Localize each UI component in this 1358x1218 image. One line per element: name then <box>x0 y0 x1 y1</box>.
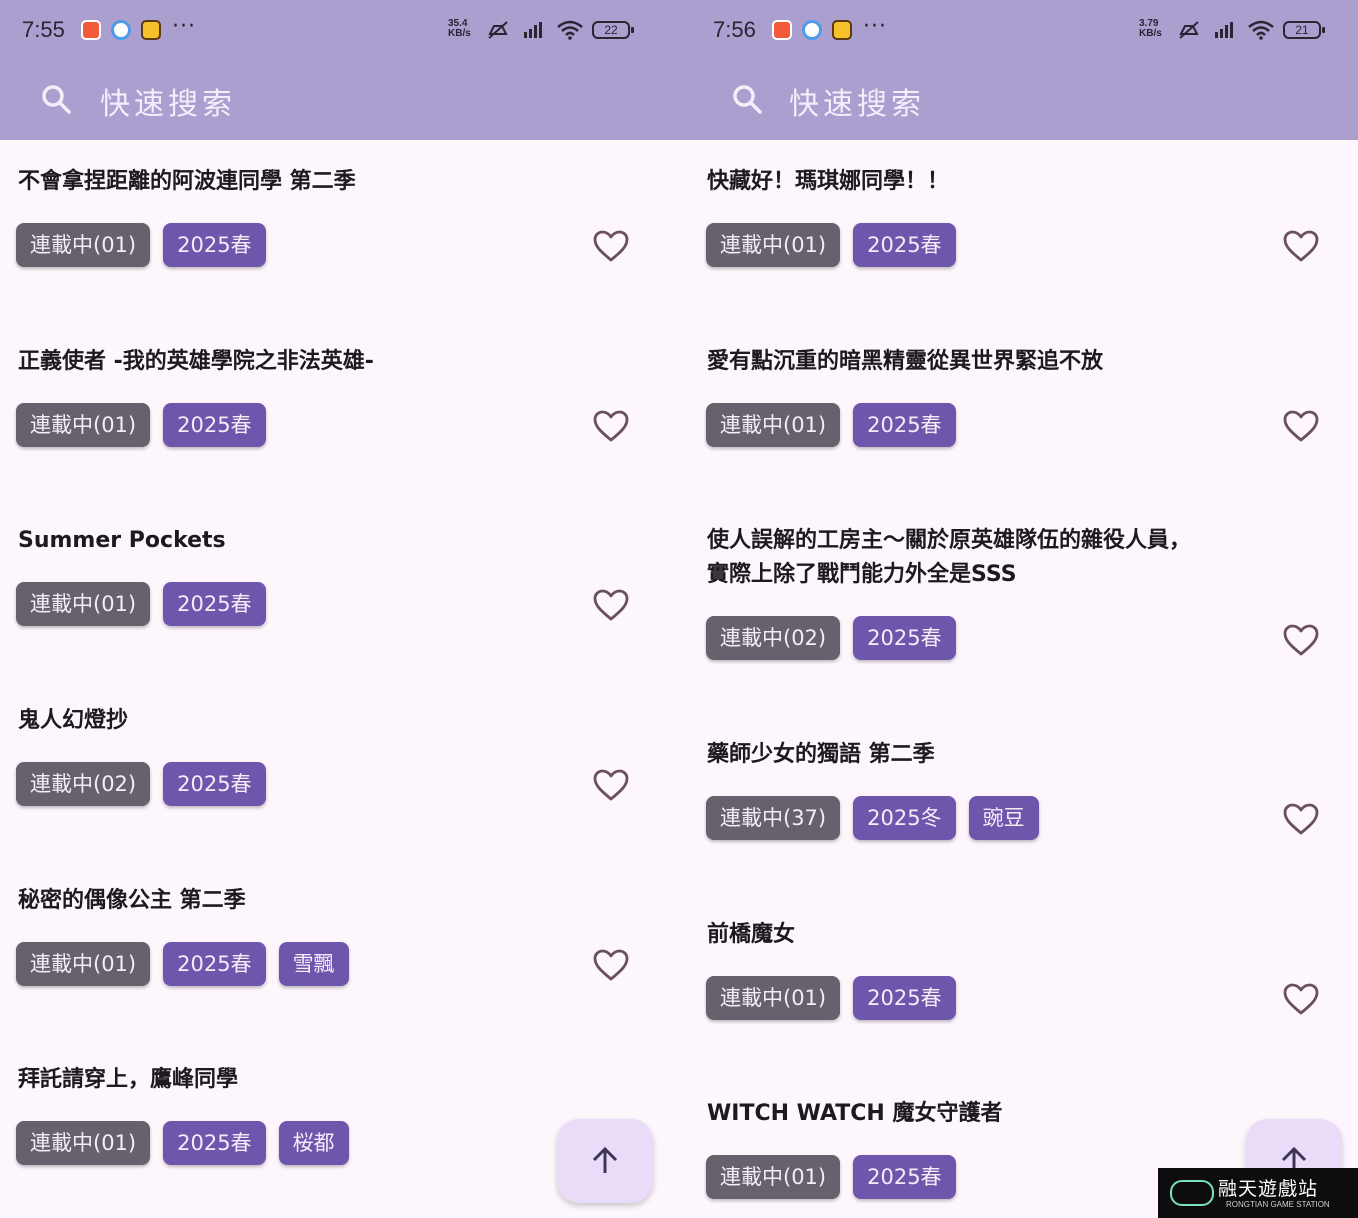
battery-indicator: 22 <box>592 21 634 39</box>
app-notification-icon <box>772 20 792 40</box>
search-icon[interactable] <box>40 83 72 115</box>
season-tag: 2025春 <box>853 976 956 1020</box>
network-speed: 35.4 KB/s <box>448 18 471 39</box>
anime-title: Summer Pockets <box>18 528 226 553</box>
tag-group: 連載中(01) 2025春 <box>16 582 266 626</box>
season-tag: 2025春 <box>163 223 266 267</box>
anime-title: 前橋魔女 <box>707 922 796 947</box>
tag-group: 連載中(01) 2025春 <box>706 976 956 1020</box>
tag-group: 連載中(02) 2025春 <box>706 616 956 660</box>
network-speed: 3.79 KB/s <box>1139 18 1162 39</box>
anime-title: WITCH WATCH 魔女守護者 <box>707 1101 1003 1126</box>
tag-group: 連載中(01) 2025春 雪飄 <box>16 942 349 986</box>
phone-screen-left: 7:55 ··· 35.4 KB/s 22 快速搜索 不會拿捏距離的阿波連同學 第… <box>0 0 679 1218</box>
search-input[interactable]: 快速搜索 <box>789 79 925 123</box>
season-tag: 2025春 <box>163 1121 266 1165</box>
wifi-icon <box>1248 20 1274 40</box>
season-tag: 2025春 <box>853 403 956 447</box>
tag-group: 連載中(01) 2025春 桜都 <box>16 1121 349 1165</box>
game-notification-icon <box>141 20 161 40</box>
favorite-heart-icon[interactable] <box>592 229 630 263</box>
favorite-heart-icon[interactable] <box>1282 982 1320 1016</box>
season-tag: 2025春 <box>163 762 266 806</box>
mute-icon <box>1179 21 1199 39</box>
phone-screen-right: 7:56 ··· 3.79 KB/s 21 快速搜索 快藏好！瑪琪娜同學！！ 連載… <box>679 0 1358 1218</box>
tag-group: 連載中(01) 2025春 <box>16 403 266 447</box>
status-tag: 連載中(01) <box>706 223 841 267</box>
signal-icon <box>524 22 542 38</box>
gamepad-icon <box>1170 1180 1214 1206</box>
arrow-up-icon <box>592 1146 618 1173</box>
season-tag: 2025春 <box>853 616 956 660</box>
status-tag: 連載中(01) <box>16 942 151 986</box>
status-tag: 連載中(01) <box>16 1121 151 1165</box>
game-notification-icon <box>832 20 852 40</box>
search-bar[interactable]: 快速搜索 <box>679 62 1358 140</box>
season-tag: 2025春 <box>163 942 266 986</box>
mute-icon <box>488 21 508 39</box>
anime-title: 愛有點沉重的暗黑精靈從異世界緊追不放 <box>707 349 1104 374</box>
anime-title: 快藏好！瑪琪娜同學！！ <box>707 169 950 194</box>
tag-group: 連載中(01) 2025春 <box>706 1155 956 1199</box>
status-tag: 連載中(37) <box>706 796 841 840</box>
season-tag: 2025春 <box>163 403 266 447</box>
anime-title: 鬼人幻燈抄 <box>18 708 129 733</box>
search-icon[interactable] <box>731 83 763 115</box>
favorite-heart-icon[interactable] <box>1282 409 1320 443</box>
studio-tag: 桜都 <box>278 1121 349 1165</box>
tag-group: 連載中(01) 2025春 <box>706 223 956 267</box>
chat-notification-icon <box>111 20 131 40</box>
anime-title: 使人誤解的工房主～關於原英雄隊伍的雜役人員，實際上除了戰鬥能力外全是SSS <box>707 528 1192 587</box>
watermark-title: 融天遊戲站 <box>1218 1178 1319 1200</box>
anime-title: 秘密的偶像公主 第二季 <box>18 888 246 913</box>
favorite-heart-icon[interactable] <box>592 768 630 802</box>
status-bar: 7:56 ··· 3.79 KB/s 21 <box>679 0 1358 62</box>
tag-group: 連載中(01) 2025春 <box>706 403 956 447</box>
anime-title: 藥師少女的獨語 第二季 <box>707 742 935 767</box>
status-tag: 連載中(01) <box>16 582 151 626</box>
season-tag: 2025春 <box>163 582 266 626</box>
favorite-heart-icon[interactable] <box>1282 623 1320 657</box>
battery-indicator: 21 <box>1283 21 1325 39</box>
favorite-heart-icon[interactable] <box>592 409 630 443</box>
search-bar[interactable]: 快速搜索 <box>0 62 679 140</box>
status-tag: 連載中(01) <box>16 223 151 267</box>
scroll-to-top-button[interactable] <box>557 1119 653 1203</box>
season-tag: 2025春 <box>853 223 956 267</box>
tag-group: 連載中(37) 2025冬 豌豆 <box>706 796 1039 840</box>
status-tag: 連載中(02) <box>706 616 841 660</box>
app-notification-icon <box>81 20 101 40</box>
signal-icon <box>1215 22 1233 38</box>
anime-title: 不會拿捏距離的阿波連同學 第二季 <box>18 169 356 194</box>
status-tag: 連載中(01) <box>706 403 841 447</box>
search-input[interactable]: 快速搜索 <box>100 79 236 123</box>
status-tag: 連載中(01) <box>706 976 841 1020</box>
status-bar: 7:55 ··· 35.4 KB/s 22 <box>0 0 679 62</box>
status-tag: 連載中(01) <box>706 1155 841 1199</box>
status-tag: 連載中(02) <box>16 762 151 806</box>
chat-notification-icon <box>802 20 822 40</box>
studio-tag: 雪飄 <box>278 942 349 986</box>
status-tag: 連載中(01) <box>16 403 151 447</box>
favorite-heart-icon[interactable] <box>592 588 630 622</box>
wifi-icon <box>557 20 583 40</box>
favorite-heart-icon[interactable] <box>1282 802 1320 836</box>
watermark-subtitle: RONGTIAN GAME STATION <box>1226 1200 1330 1209</box>
anime-title: 拜託請穿上，鷹峰同學 <box>18 1067 239 1092</box>
status-time: 7:56 <box>713 17 756 42</box>
anime-title: 正義使者 -我的英雄學院之非法英雄- <box>18 349 374 374</box>
season-tag: 2025冬 <box>853 796 956 840</box>
favorite-heart-icon[interactable] <box>1282 229 1320 263</box>
season-tag: 2025春 <box>853 1155 956 1199</box>
watermark-logo: 融天遊戲站 RONGTIAN GAME STATION <box>1158 1168 1358 1218</box>
more-notifications-icon: ··· <box>172 14 196 39</box>
favorite-heart-icon[interactable] <box>592 948 630 982</box>
more-notifications-icon: ··· <box>863 14 887 39</box>
tag-group: 連載中(01) 2025春 <box>16 223 266 267</box>
tag-group: 連載中(02) 2025春 <box>16 762 266 806</box>
status-time: 7:55 <box>22 17 65 42</box>
studio-tag: 豌豆 <box>968 796 1039 840</box>
